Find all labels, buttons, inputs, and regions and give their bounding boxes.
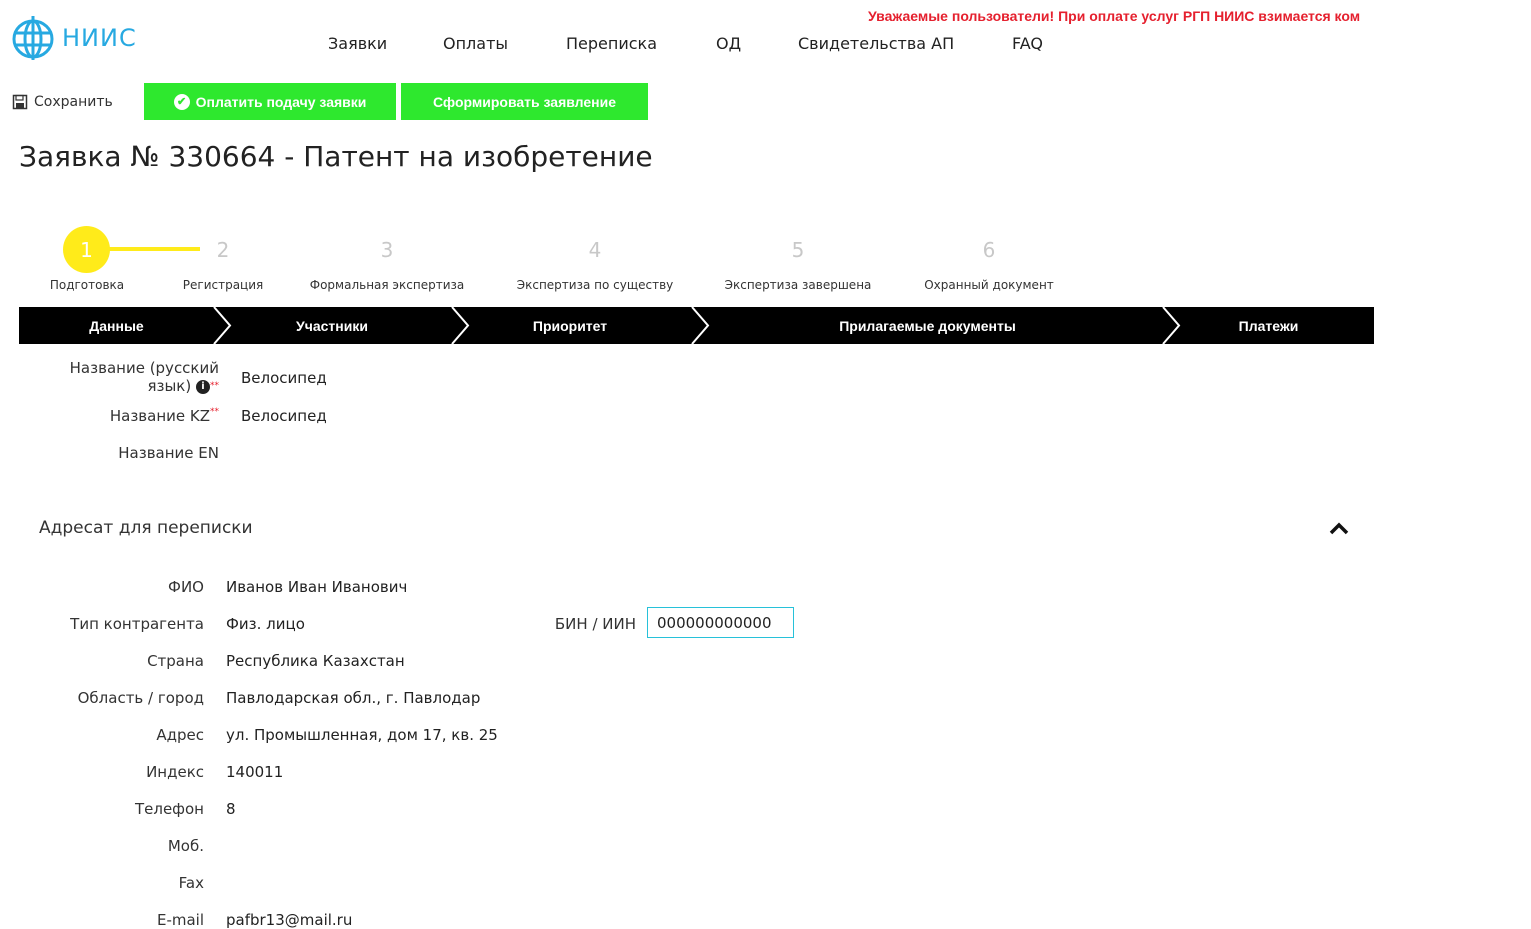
field-value-country: Республика Казахстан xyxy=(226,652,405,670)
step-3-label: Формальная экспертиза xyxy=(309,278,465,292)
nav-payments[interactable]: Оплаты xyxy=(443,34,508,53)
field-value-fio: Иванов Иван Иванович xyxy=(226,578,408,596)
name-kz-label-text: Название KZ xyxy=(109,407,210,425)
step-4-label: Экспертиза по существу xyxy=(516,278,674,292)
save-button[interactable]: Сохранить xyxy=(12,92,113,112)
iin-label: БИН / ИИН xyxy=(554,615,636,633)
niis-logo[interactable]: НИИС xyxy=(10,16,150,60)
tab-data[interactable]: Данные xyxy=(19,307,214,344)
step-4-number: 4 xyxy=(588,238,602,262)
step-3-number: 3 xyxy=(380,238,394,262)
check-circle-icon: ✔ xyxy=(173,93,190,110)
step-1-circle: 1 xyxy=(63,226,110,273)
nav-correspondence[interactable]: Переписка xyxy=(566,34,657,53)
logo-text: НИИС xyxy=(62,24,137,52)
nav-faq[interactable]: FAQ xyxy=(1012,34,1043,53)
field-label-mobile: Моб. xyxy=(167,837,204,855)
page-title: Заявка № 330664 - Патент на изобретение xyxy=(19,140,653,173)
field-label-fio: ФИО xyxy=(168,578,204,596)
announcement-banner: Уважаемые пользователи! При оплате услуг… xyxy=(868,8,1361,24)
generate-statement-label: Сформировать заявление xyxy=(432,93,617,110)
step-5-label: Экспертиза завершена xyxy=(724,278,872,292)
required-mark: ** xyxy=(210,381,219,391)
tab-participants[interactable]: Участники xyxy=(232,307,432,344)
name-ru-label: Название (русский язык) i ** xyxy=(70,359,219,395)
info-icon[interactable]: i xyxy=(196,379,210,394)
required-mark: ** xyxy=(210,407,219,417)
tab-separator-chevron-icon xyxy=(213,307,232,344)
field-label-phone: Телефон xyxy=(134,800,204,818)
field-label-fax: Fax xyxy=(178,874,204,892)
field-label-country: Страна xyxy=(147,652,204,670)
field-label-postal-code: Индекс xyxy=(146,763,204,781)
pay-application-label: Оплатить подачу заявки xyxy=(195,93,367,110)
tab-payments[interactable]: Платежи xyxy=(1181,307,1356,344)
field-value-postal-code: 140011 xyxy=(226,763,284,781)
field-label-region-city: Область / город xyxy=(77,689,204,707)
tab-separator-chevron-icon xyxy=(1162,307,1181,344)
field-value-address: ул. Промышленная, дом 17, кв. 25 xyxy=(226,726,498,744)
name-ru-label-line2: язык) xyxy=(147,377,192,395)
nav-certificates[interactable]: Свидетельства АП xyxy=(798,34,954,53)
tab-priority[interactable]: Приоритет xyxy=(470,307,670,344)
nav-applications[interactable]: Заявки xyxy=(328,34,387,53)
generate-statement-button[interactable]: Сформировать заявление xyxy=(401,83,648,120)
field-label-contractor-type: Тип контрагента xyxy=(70,615,204,633)
field-label-address: Адрес xyxy=(156,726,204,744)
step-6-number: 6 xyxy=(982,238,996,262)
pay-application-button[interactable]: ✔ Оплатить подачу заявки xyxy=(144,83,396,120)
step-2-number: 2 xyxy=(216,238,230,262)
step-6-label: Охранный документ xyxy=(924,278,1054,292)
tab-separator-chevron-icon xyxy=(451,307,470,344)
field-value-phone: 8 xyxy=(226,800,236,818)
field-value-email: pafbr13@mail.ru xyxy=(226,911,353,929)
chevron-up-icon[interactable] xyxy=(1328,518,1350,538)
field-label-email: E-mail xyxy=(156,911,204,929)
tab-attached-documents[interactable]: Прилагаемые документы xyxy=(710,307,1145,344)
floppy-disk-icon xyxy=(12,94,28,110)
name-kz-value: Велосипед xyxy=(241,407,327,425)
tab-separator-chevron-icon xyxy=(691,307,710,344)
save-label: Сохранить xyxy=(34,94,113,110)
field-value-contractor-type: Физ. лицо xyxy=(226,615,305,633)
step-5-number: 5 xyxy=(791,238,805,262)
name-kz-label: Название KZ** xyxy=(110,407,219,425)
globe-logo-icon xyxy=(12,16,54,60)
name-en-label: Название EN xyxy=(118,444,219,462)
iin-field[interactable]: 000000000000 xyxy=(647,607,794,638)
name-ru-value: Велосипед xyxy=(241,369,327,387)
name-ru-label-line1: Название (русский xyxy=(69,359,219,377)
correspondence-section-title: Адресат для переписки xyxy=(39,518,253,538)
section-tabs: Данные Участники Приоритет Прилагаемые д… xyxy=(19,307,1374,344)
field-value-region-city: Павлодарская обл., г. Павлодар xyxy=(226,689,481,707)
nav-od[interactable]: ОД xyxy=(716,34,741,53)
